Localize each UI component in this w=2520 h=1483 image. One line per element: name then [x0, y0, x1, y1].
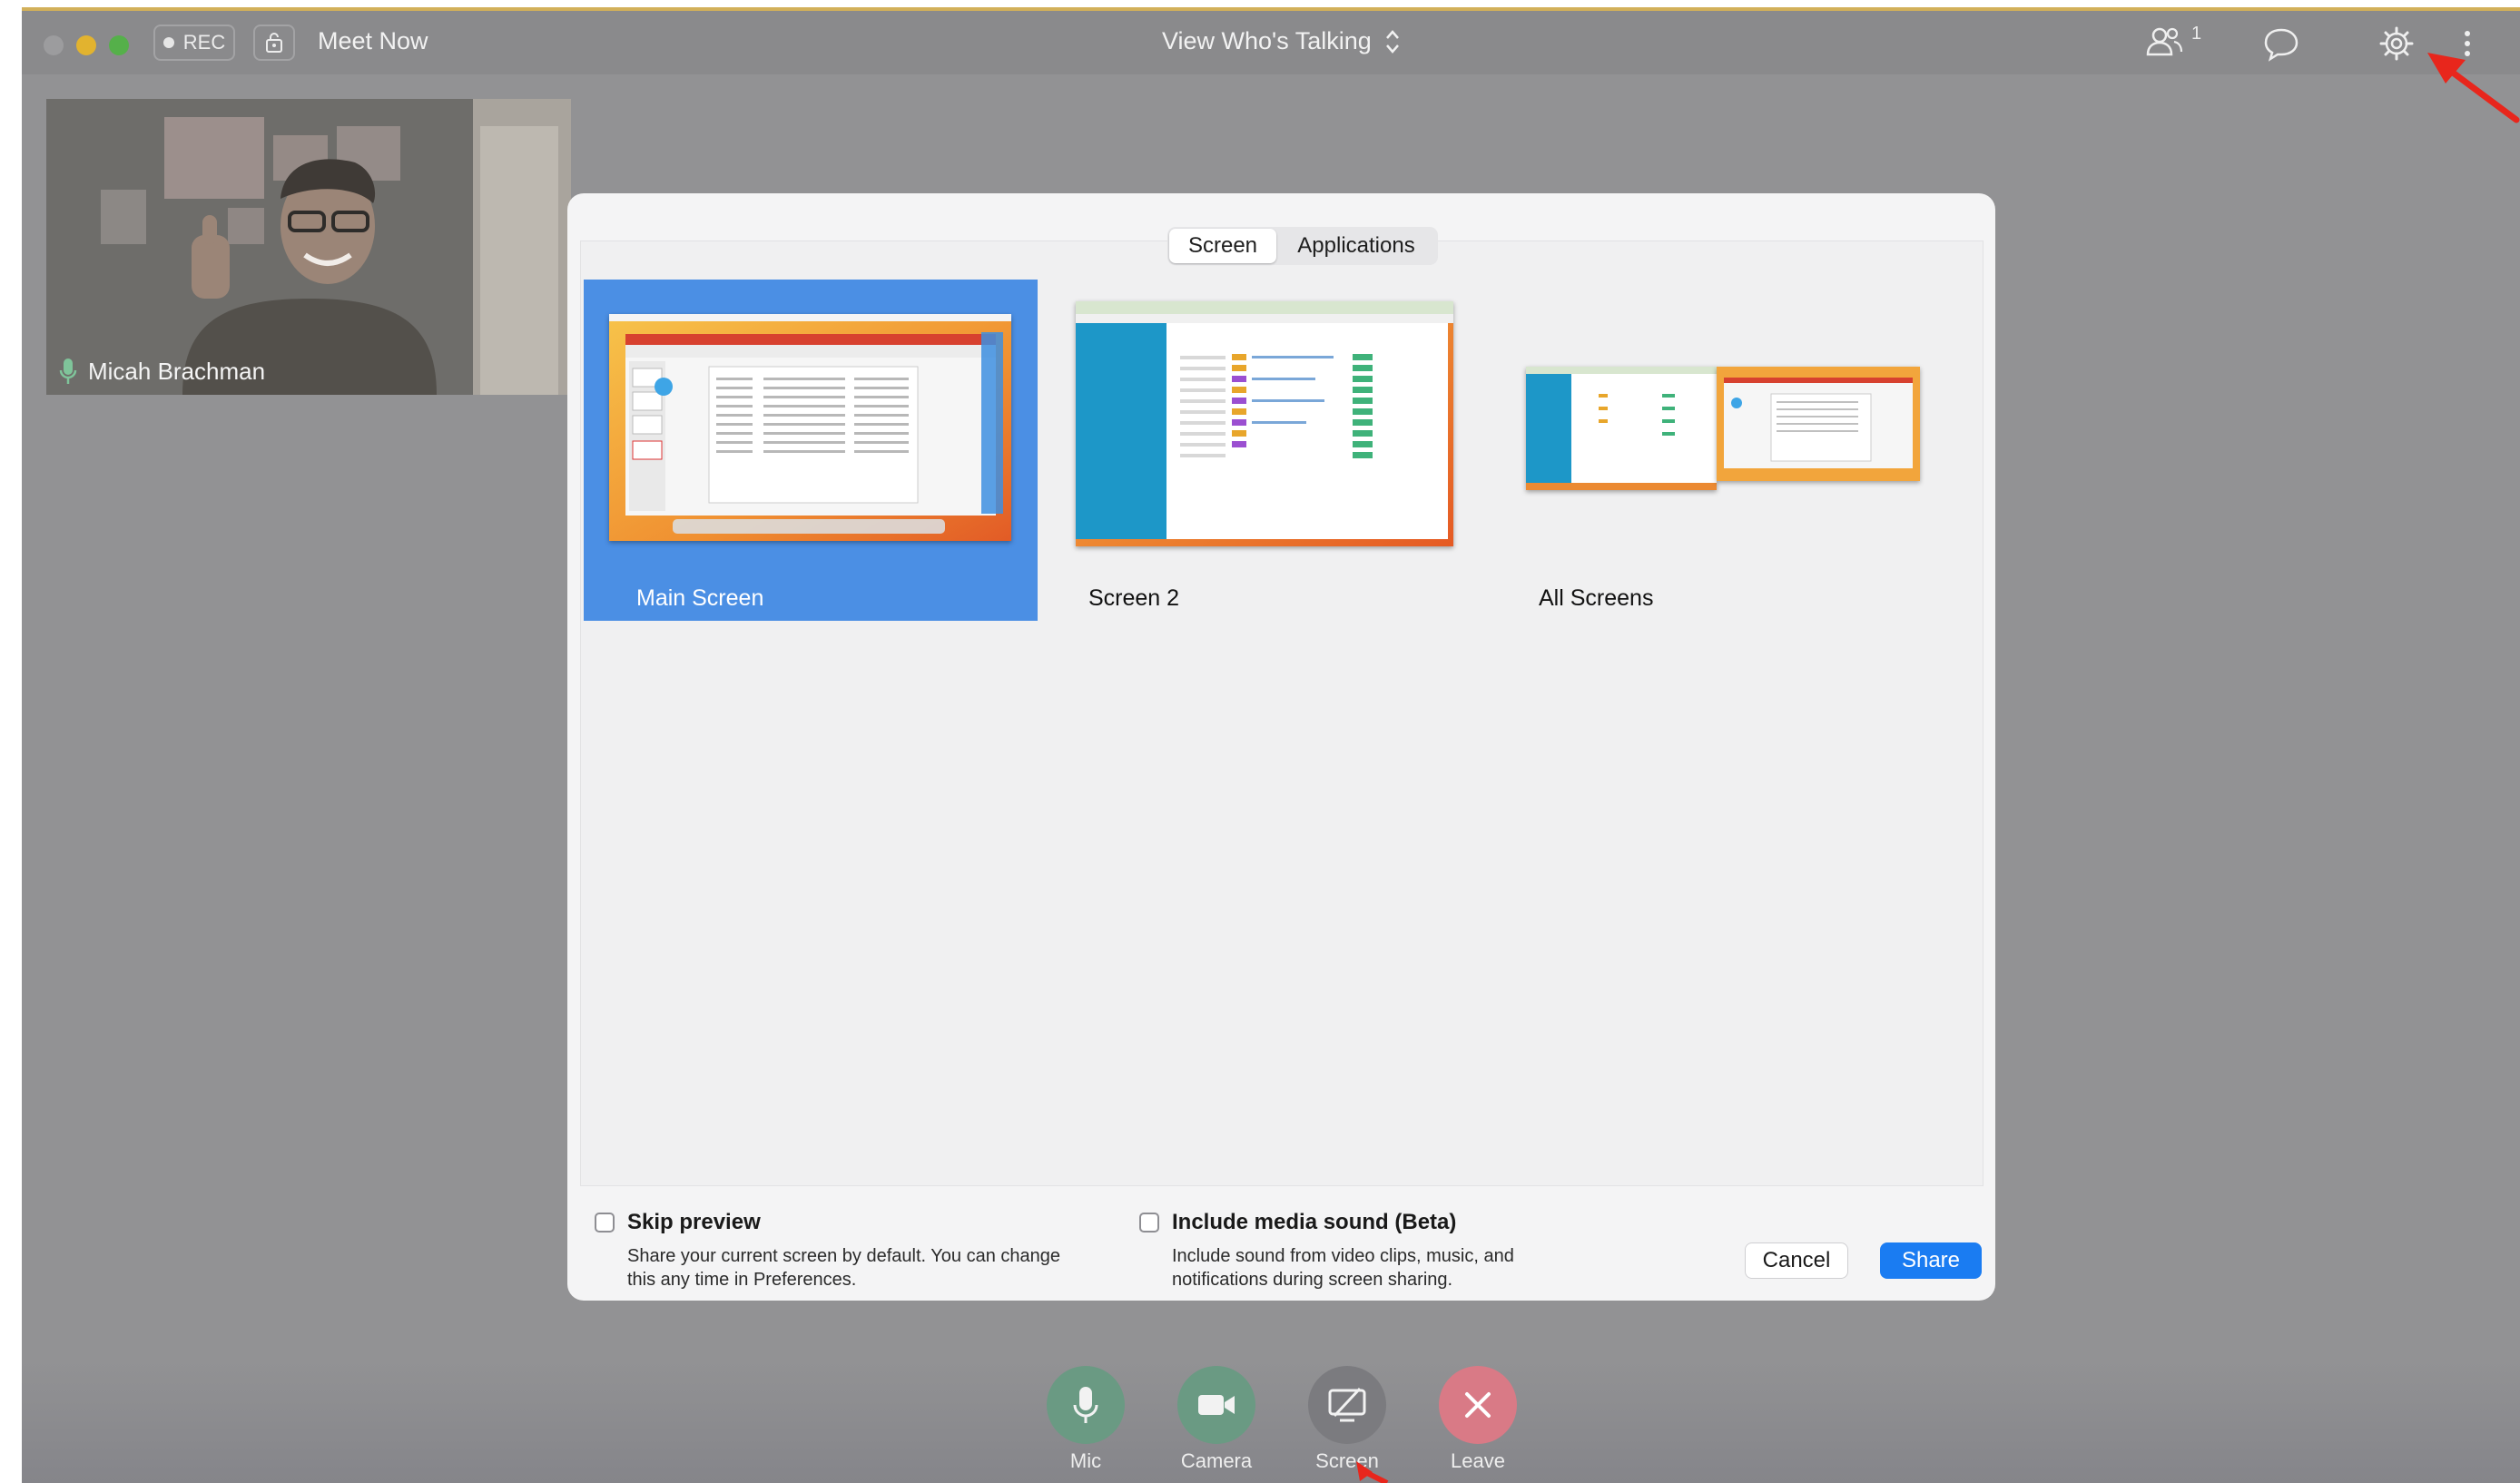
participant-name-label: Micah Brachman — [59, 357, 265, 386]
media-sound-description-line: notifications during screen sharing. — [1172, 1270, 1453, 1290]
cancel-button[interactable]: Cancel — [1745, 1242, 1848, 1279]
zoom-window-button[interactable] — [109, 35, 129, 55]
view-mode-selector[interactable]: View Who's Talking — [1162, 27, 1401, 55]
mic-label: Mic — [1069, 1449, 1102, 1472]
leave-label: Leave — [1451, 1449, 1505, 1472]
skip-preview-label: Skip preview — [627, 1210, 761, 1234]
camera-control[interactable]: Camera — [1176, 1366, 1257, 1473]
share-screen-dialog: Screen Applications Main Screen Screen 2… — [567, 193, 1995, 1301]
participant-video-tile: Micah Brachman — [46, 99, 571, 395]
main-screen-preview-image — [609, 314, 1011, 541]
up-down-chevron-icon — [1385, 29, 1399, 54]
skip-preview-description-line: Share your current screen by default. Yo… — [627, 1246, 1060, 1266]
title-bar: REC Meet Now View Who's Talking 1 — [22, 11, 2520, 74]
screen-option-2[interactable]: Screen 2 — [1052, 280, 1488, 621]
lock-meeting-button[interactable] — [253, 25, 295, 61]
screen-option-main[interactable]: Main Screen — [584, 280, 1038, 621]
participant-video-image — [46, 99, 571, 395]
screen-share-button[interactable] — [1308, 1366, 1386, 1444]
skip-preview-description: Share your current screen by default. Yo… — [627, 1244, 1060, 1291]
all-screens-thumbnail-left — [1526, 367, 1717, 490]
mic-button[interactable] — [1047, 1366, 1125, 1444]
source-tab-control: Screen Applications — [1167, 227, 1438, 265]
lock-icon — [266, 33, 282, 53]
share-button[interactable]: Share — [1880, 1242, 1982, 1279]
all-screens-preview-left-image — [1526, 367, 1717, 490]
annotation-arrow-screen — [1356, 1461, 1389, 1483]
skip-preview-description-line: this any time in Preferences. — [627, 1270, 857, 1290]
screen-control[interactable]: Screen — [1306, 1366, 1388, 1473]
camera-button[interactable] — [1177, 1366, 1255, 1444]
screen-option-main-label: Main Screen — [636, 585, 764, 611]
close-icon — [1465, 1392, 1491, 1418]
screen-share-icon — [1328, 1387, 1366, 1422]
media-sound-label: Include media sound (Beta) — [1172, 1210, 1457, 1234]
tab-applications-label: Applications — [1297, 233, 1415, 258]
screen-option-all[interactable]: All Screens — [1502, 280, 1938, 621]
view-mode-label: View Who's Talking — [1162, 27, 1372, 54]
camera-label: Camera — [1180, 1449, 1253, 1472]
participant-name: Micah Brachman — [88, 357, 266, 385]
all-screens-preview-right-image — [1717, 367, 1920, 481]
annotation-arrow-gear — [2427, 53, 2520, 123]
media-sound-checkbox[interactable] — [1139, 1213, 1159, 1233]
participants-count: 1 — [2191, 24, 2202, 44]
record-label: REC — [182, 31, 226, 54]
tab-screen[interactable]: Screen — [1169, 229, 1276, 263]
meeting-window: REC Meet Now View Who's Talking 1 Micah … — [22, 7, 2520, 1483]
main-screen-thumbnail — [609, 314, 1011, 541]
media-sound-description: Include sound from video clips, music, a… — [1172, 1244, 1514, 1291]
gear-icon[interactable] — [2378, 25, 2415, 62]
screen-option-all-label: All Screens — [1539, 585, 1654, 611]
participants-icon[interactable] — [2144, 25, 2184, 60]
mic-control[interactable]: Mic — [1045, 1366, 1127, 1473]
leave-control[interactable]: Leave — [1437, 1366, 1519, 1473]
microphone-icon — [1073, 1387, 1098, 1423]
tab-applications[interactable]: Applications — [1276, 229, 1436, 263]
microphone-icon — [59, 358, 77, 384]
media-sound-description-line: Include sound from video clips, music, a… — [1172, 1246, 1514, 1266]
all-screens-thumbnail-right — [1717, 367, 1920, 481]
meeting-title: Meet Now — [318, 27, 428, 54]
skip-preview-checkbox[interactable] — [595, 1213, 615, 1233]
record-dot-icon — [162, 37, 174, 48]
chat-icon[interactable] — [2262, 25, 2300, 62]
close-window-button[interactable] — [44, 35, 64, 55]
meeting-controls-bar — [22, 1360, 2520, 1483]
leave-button[interactable] — [1439, 1366, 1517, 1444]
video-camera-icon — [1198, 1395, 1235, 1415]
screen-option-2-label: Screen 2 — [1088, 585, 1180, 611]
screen-2-preview-image — [1076, 301, 1453, 546]
screen-2-thumbnail — [1076, 301, 1453, 546]
record-button[interactable]: REC — [153, 25, 235, 61]
tab-screen-label: Screen — [1187, 233, 1258, 258]
minimize-window-button[interactable] — [76, 35, 96, 55]
